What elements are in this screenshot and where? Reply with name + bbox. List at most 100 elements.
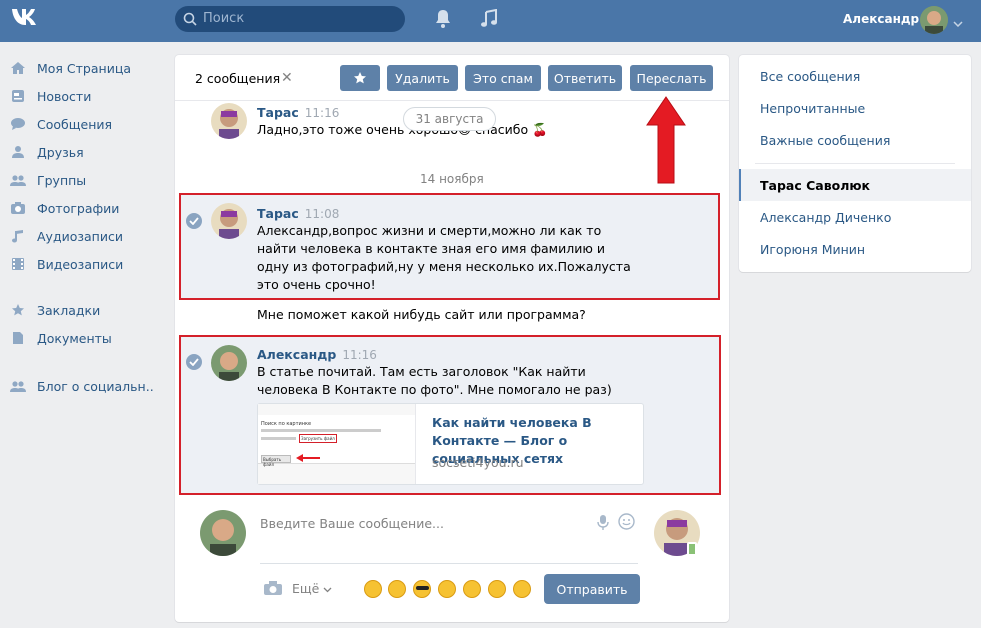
avatar[interactable]: [211, 103, 247, 139]
red-arrow-annotation: [645, 95, 687, 189]
date-separator: 14 ноября: [420, 172, 484, 186]
emoji-tongue-icon[interactable]: [463, 580, 481, 598]
sidebar-item-friends[interactable]: Друзья: [10, 139, 165, 165]
search-input[interactable]: Поиск: [175, 6, 405, 32]
link-thumbnail: Поиск по картинке Загрузить файл Выбрать…: [258, 404, 416, 484]
message-placeholder: Введите Ваше сообщение...: [260, 516, 444, 531]
sidebar-item-label: Видеозаписи: [37, 256, 124, 272]
date-badge: 31 августа: [403, 107, 496, 131]
star-icon: [354, 72, 366, 84]
bell-icon[interactable]: [434, 9, 452, 33]
emoji-smile-icon[interactable]: [364, 580, 382, 598]
emoji-relieved-icon[interactable]: [438, 580, 456, 598]
sidebar-item-groups[interactable]: Группы: [10, 167, 165, 193]
sidebar-item-documents[interactable]: Документы: [10, 325, 165, 351]
messages-icon: [10, 116, 26, 132]
dialog-igoryunya[interactable]: Игорюня Минин: [760, 242, 865, 257]
microphone-icon[interactable]: [597, 514, 609, 534]
search-icon: [183, 12, 197, 26]
search-placeholder: Поиск: [203, 11, 245, 26]
clear-selection-icon[interactable]: ✕: [281, 70, 293, 86]
message-time: 11:16: [304, 106, 340, 120]
emoji-surprised-icon[interactable]: [513, 580, 531, 598]
message-header: Тарас 11:16: [257, 105, 339, 121]
menu-important[interactable]: Важные сообщения: [760, 133, 890, 148]
mobile-online-icon: [687, 542, 697, 556]
send-button[interactable]: Отправить: [544, 574, 640, 604]
sidebar-item-audio[interactable]: Аудиозаписи: [10, 223, 165, 249]
sidebar-item-label: Друзья: [37, 144, 84, 160]
avatar[interactable]: [211, 345, 247, 381]
sidebar-item-label: Блог о социальн..: [37, 378, 154, 394]
header-user-name[interactable]: Александр: [843, 12, 919, 26]
message-text: Александр,вопрос жизни и смерти,можно ли…: [257, 223, 631, 292]
check-icon[interactable]: [186, 213, 202, 229]
message-time: 11:08: [304, 207, 340, 221]
more-label: Ещё: [292, 581, 320, 596]
sidebar-item-label: Группы: [37, 172, 87, 188]
sidebar-item-label: Аудиозаписи: [37, 228, 123, 244]
header-avatar[interactable]: [920, 6, 948, 34]
sidebar-item-my-page[interactable]: Моя Страница: [10, 55, 165, 81]
forward-button[interactable]: Переслать: [630, 65, 713, 91]
friends-icon: [10, 144, 26, 160]
sidebar-item-label: Документы: [37, 330, 112, 346]
thumb-upload: Загрузить файл: [299, 434, 337, 443]
spam-button[interactable]: Это спам: [465, 65, 541, 91]
sidebar-item-blog[interactable]: Блог о социальн..: [10, 373, 165, 399]
music-icon: [10, 228, 26, 244]
sidebar-item-label: Фотографии: [37, 200, 120, 216]
sidebar-item-label: Сообщения: [37, 116, 113, 132]
message-input[interactable]: Введите Ваше сообщение...: [260, 506, 638, 564]
star-icon: [10, 302, 26, 318]
selected-count: 2 сообщения: [195, 71, 281, 86]
smile-icon[interactable]: [618, 513, 635, 534]
document-icon: [10, 330, 26, 346]
sidebar-item-label: Моя Страница: [37, 60, 131, 76]
sidebar-item-video[interactable]: Видеозаписи: [10, 251, 165, 277]
sidebar-item-photos[interactable]: Фотографии: [10, 195, 165, 221]
vk-logo[interactable]: [10, 7, 42, 31]
music-note-icon[interactable]: [480, 8, 498, 33]
menu-all-messages[interactable]: Все сообщения: [760, 69, 860, 84]
video-icon: [10, 256, 26, 272]
dialog-alexander[interactable]: Александр Диченко: [760, 210, 891, 225]
author-name[interactable]: Тарас: [257, 206, 299, 221]
sidebar-item-bookmarks[interactable]: Закладки: [10, 297, 165, 323]
menu-divider: [755, 163, 955, 164]
chevron-down-icon: [323, 587, 332, 593]
group-avatar-icon: [10, 378, 26, 394]
camera-icon: [10, 200, 26, 216]
camera-icon[interactable]: [263, 580, 283, 600]
emoji-sunglasses-icon[interactable]: [413, 580, 431, 598]
message-time: 11:16: [342, 348, 377, 362]
my-avatar[interactable]: [200, 510, 246, 556]
thumb-button: Выбрать файл: [261, 455, 291, 467]
sidebar-item-messages[interactable]: Сообщения: [10, 111, 165, 137]
sidebar-item-label: Закладки: [37, 302, 101, 318]
link-domain: socseti4you.ru: [432, 455, 524, 470]
emoji-grin-icon[interactable]: [488, 580, 506, 598]
delete-button[interactable]: Удалить: [387, 65, 458, 91]
message-header: Александр 11:16: [257, 347, 377, 363]
sidebar-item-label: Новости: [37, 88, 92, 104]
avatar[interactable]: [211, 203, 247, 239]
home-icon: [10, 60, 26, 76]
news-icon: [10, 88, 26, 104]
reply-button[interactable]: Ответить: [548, 65, 622, 91]
message-text: Мне поможет какой нибудь сайт или програ…: [257, 307, 586, 322]
check-icon[interactable]: [186, 354, 202, 370]
sidebar-item-news[interactable]: Новости: [10, 83, 165, 109]
author-name[interactable]: Александр: [257, 347, 336, 362]
groups-icon: [10, 172, 26, 188]
message-header: Тарас 11:08: [257, 206, 339, 222]
dialog-taras[interactable]: Тарас Саволюк: [760, 178, 870, 193]
important-button[interactable]: [340, 65, 380, 91]
menu-unread[interactable]: Непрочитанные: [760, 101, 865, 116]
message-text: В статье почитай. Там есть заголовок "Ка…: [257, 364, 612, 397]
more-attachments[interactable]: Ещё: [292, 581, 332, 596]
thumb-heading: Поиск по картинке: [261, 421, 312, 427]
chevron-down-icon[interactable]: [953, 16, 963, 31]
author-name[interactable]: Тарас: [257, 105, 299, 120]
emoji-wink-icon[interactable]: [388, 580, 406, 598]
